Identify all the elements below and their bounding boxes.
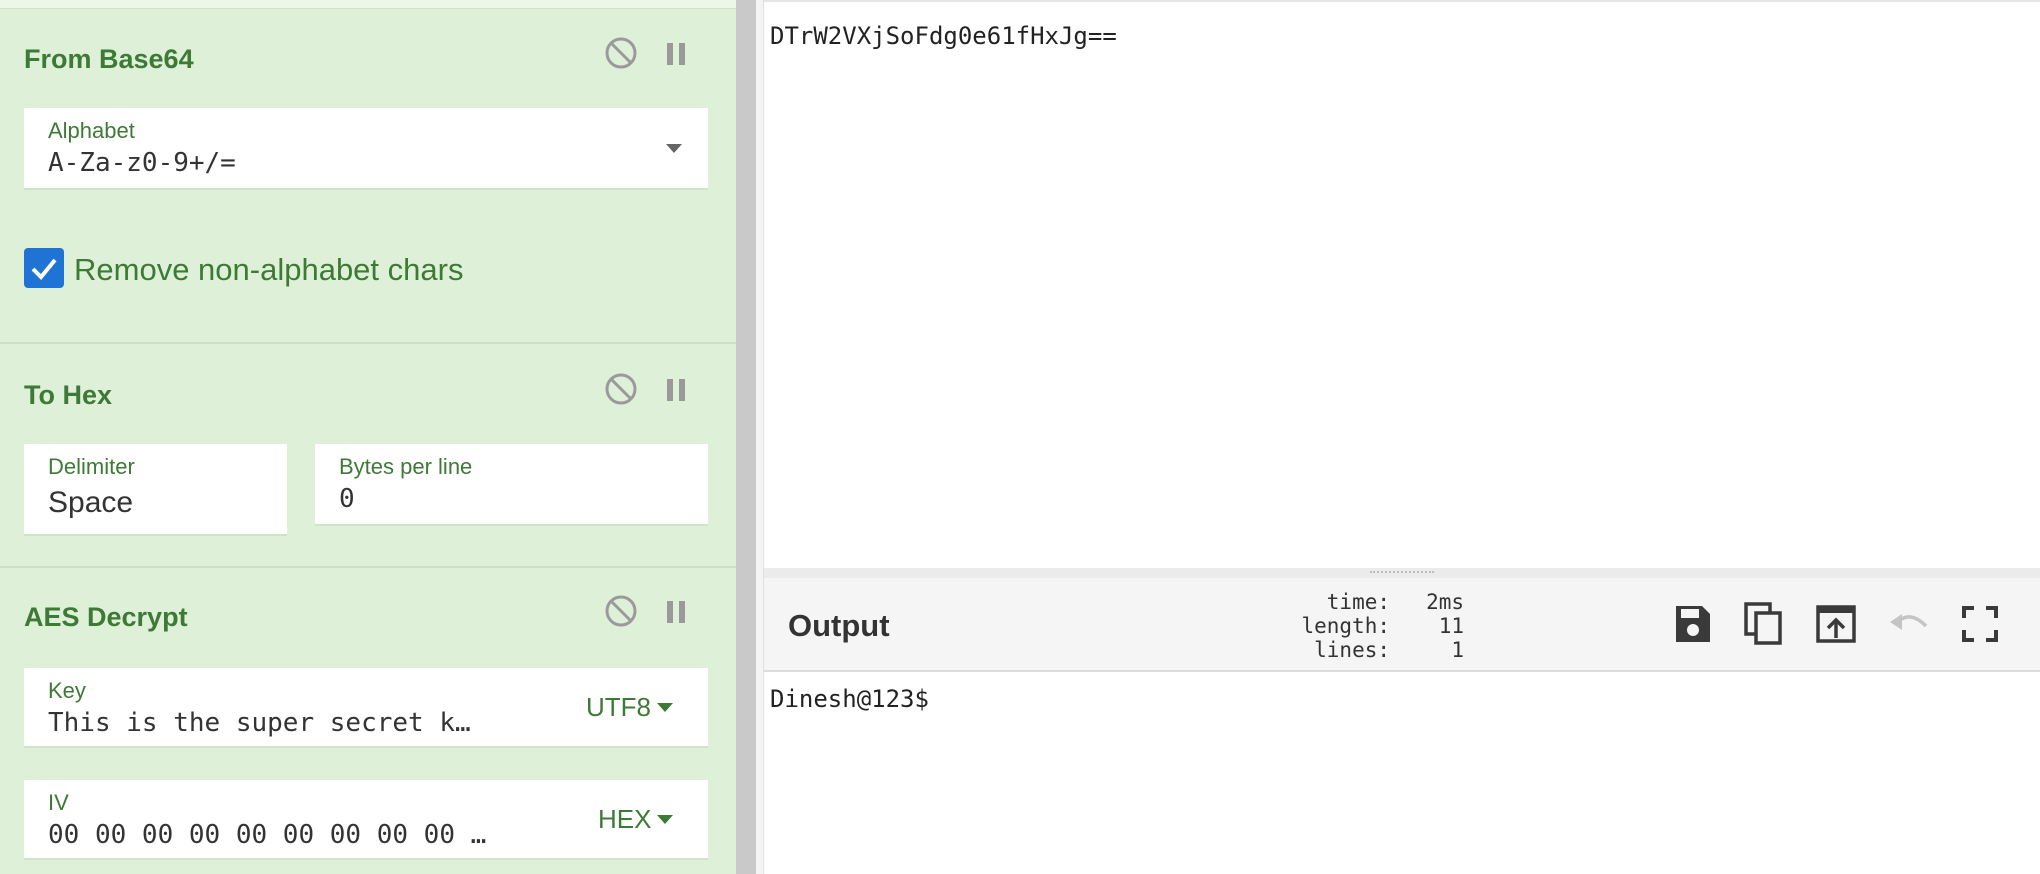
key-input[interactable]: Key This is the super secret k… (24, 668, 554, 748)
undo-icon[interactable] (1884, 600, 1932, 648)
key-encoding-dropdown[interactable]: UTF8 (554, 668, 708, 748)
alphabet-select[interactable]: Alphabet A-Za-z0-9+/= (24, 108, 642, 190)
delimiter-select[interactable]: Delimiter Space (24, 444, 287, 536)
panel-resize-handle[interactable] (756, 0, 764, 874)
length-label: length: (1301, 614, 1390, 638)
length-value: 11 (1438, 614, 1464, 638)
operation-to-hex[interactable]: To Hex Delimiter Space Bytes per line 0 (0, 344, 736, 568)
bytes-per-line-input[interactable]: Bytes per line 0 (315, 444, 708, 526)
alphabet-label: Alphabet (48, 118, 135, 143)
operation-title: To Hex (24, 380, 113, 410)
save-icon[interactable] (1668, 600, 1716, 648)
input-text: DTrW2VXjSoFdg0e61fHxJg== (770, 22, 1117, 50)
time-value: 2ms (1426, 590, 1464, 614)
disable-icon[interactable] (604, 594, 638, 628)
output-text[interactable]: Dinesh@123$ (770, 685, 929, 713)
operation-title: From Base64 (24, 44, 194, 74)
copy-icon[interactable] (1740, 600, 1788, 648)
recipe-panel: From Base64 Alphabet A-Za-z0-9+/= Remove… (0, 0, 736, 874)
operation-aes-decrypt[interactable]: AES Decrypt Key This is the super secret… (0, 568, 736, 874)
key-value: This is the super secret k… (48, 708, 471, 738)
lines-label: lines: (1314, 638, 1390, 662)
output-title: Output (788, 608, 890, 643)
recipe-scrollbar[interactable] (736, 0, 756, 874)
iv-encoding-value: HEX (598, 804, 652, 834)
disable-icon[interactable] (604, 372, 638, 406)
iv-encoding-dropdown[interactable]: HEX (566, 780, 708, 860)
alphabet-dropdown-button[interactable] (642, 108, 708, 190)
delimiter-value: Space (48, 486, 134, 519)
caret-down-icon (657, 703, 673, 712)
input-textarea[interactable]: DTrW2VXjSoFdg0e61fHxJg== (764, 0, 2040, 570)
bytes-per-line-value: 0 (339, 484, 355, 514)
replace-input-icon[interactable] (1812, 600, 1860, 648)
iv-input[interactable]: IV 00 00 00 00 00 00 00 00 00 … (24, 780, 566, 860)
pause-icon[interactable] (664, 40, 690, 68)
output-stats: time: 2ms length: 11 lines: 1 (1264, 590, 1464, 662)
output-header: Output time: 2ms length: 11 lines: 1 (764, 578, 2040, 672)
key-label: Key (48, 678, 86, 703)
iv-label: IV (48, 790, 69, 815)
fullscreen-icon[interactable] (1956, 600, 2004, 648)
resize-grip-icon (1370, 571, 1434, 577)
time-label: time: (1326, 590, 1390, 614)
operation-title: AES Decrypt (24, 602, 188, 632)
pause-icon[interactable] (664, 598, 690, 626)
chevron-down-icon (666, 144, 682, 153)
key-encoding-value: UTF8 (586, 692, 651, 722)
pause-icon[interactable] (664, 376, 690, 404)
check-icon (31, 258, 57, 280)
disable-icon[interactable] (604, 36, 638, 70)
lines-value: 1 (1451, 638, 1464, 662)
remove-non-alphabet-checkbox[interactable] (24, 248, 64, 288)
remove-non-alphabet-label: Remove non-alphabet chars (74, 252, 464, 287)
delimiter-label: Delimiter (48, 454, 135, 479)
iv-value: 00 00 00 00 00 00 00 00 00 … (48, 820, 487, 850)
operation-from-base64[interactable]: From Base64 Alphabet A-Za-z0-9+/= Remove… (0, 8, 736, 344)
bytes-per-line-label: Bytes per line (339, 454, 473, 479)
caret-down-icon (657, 815, 674, 824)
alphabet-value: A-Za-z0-9+/= (48, 148, 236, 178)
